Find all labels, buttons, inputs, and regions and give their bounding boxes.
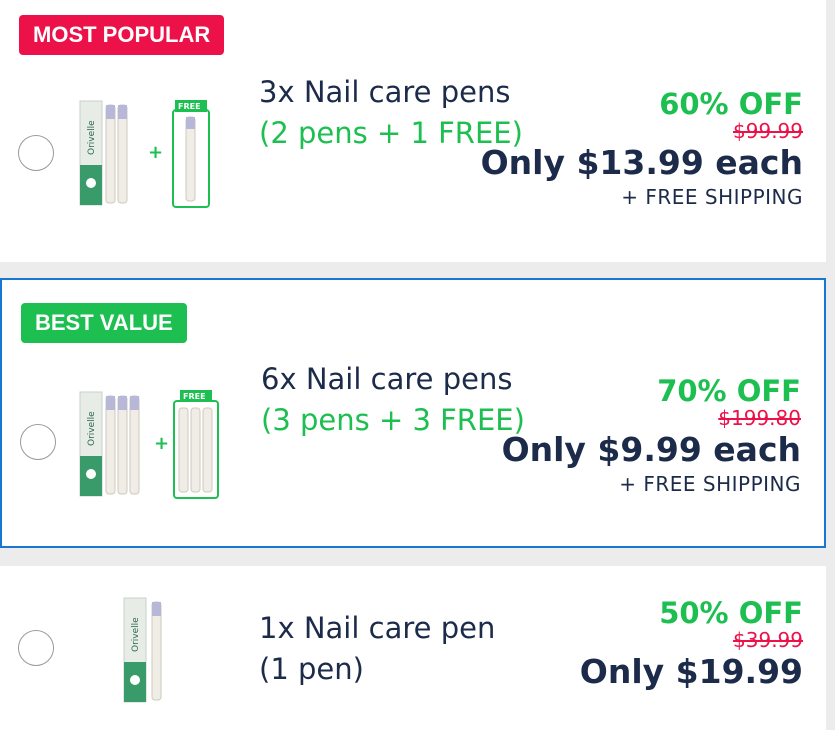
unit-price: Only $13.99 each (480, 143, 803, 182)
old-price: $199.80 (718, 406, 801, 430)
offer-title: 6x Nail care pens (3 pens + 3 FREE) (261, 359, 525, 441)
most-popular-badge: MOST POPULAR (19, 15, 225, 55)
product-image: Orivelle (123, 597, 162, 703)
free-tag-text: FREE (178, 102, 201, 111)
offer-radio-1-pen[interactable] (18, 630, 54, 666)
old-price: $39.99 (733, 628, 803, 652)
offer-card-3-pens[interactable]: MOST POPULAR Orivelle + FREE 3x Nail car… (0, 0, 826, 262)
offer-card-1-pen[interactable]: Orivelle 1x Nail care pen (1 pen) 50% OF… (0, 566, 826, 730)
unit-price: Only $9.99 each (501, 430, 801, 469)
free-tag-text: FREE (183, 392, 206, 401)
offer-title-text: 3x Nail care pens (259, 75, 511, 109)
unit-price: Only $19.99 (579, 652, 803, 691)
offer-card-6-pens[interactable]: BEST VALUE Orivelle + FREE 6x Nail care … (0, 278, 826, 548)
best-value-badge: BEST VALUE (21, 303, 187, 343)
offer-pricing: 70% OFF $199.80 Only $9.99 each + FREE S… (502, 376, 801, 498)
offer-pricing: 50% OFF $39.99 Only $19.99 (580, 598, 803, 692)
offer-title-text: 6x Nail care pens (261, 362, 513, 396)
svg-text:+: + (148, 142, 163, 163)
discount-label: 60% OFF (659, 87, 803, 121)
box-brand-text: Orivelle (131, 617, 141, 652)
offer-subtitle: (3 pens + 3 FREE) (261, 403, 525, 437)
discount-label: 50% OFF (659, 596, 803, 630)
offer-radio-3-pens[interactable] (18, 135, 54, 171)
offer-subtitle: (1 pen) (259, 652, 364, 686)
box-brand-text: Orivelle (87, 120, 97, 155)
offer-title: 1x Nail care pen (1 pen) (259, 608, 495, 690)
discount-label: 70% OFF (657, 374, 801, 408)
offer-pricing: 60% OFF $99.99 Only $13.99 each + FREE S… (481, 89, 803, 211)
svg-text:+: + (154, 433, 169, 454)
offer-radio-6-pens[interactable] (20, 424, 56, 460)
offer-title-text: 1x Nail care pen (259, 611, 496, 645)
product-bundle-image: Orivelle + FREE (79, 100, 210, 208)
shipping-note: + FREE SHIPPING (621, 185, 803, 209)
old-price: $99.99 (733, 119, 803, 143)
shipping-note: + FREE SHIPPING (619, 472, 801, 496)
box-brand-text: Orivelle (87, 411, 97, 446)
product-bundle-image: Orivelle + FREE (79, 390, 219, 499)
